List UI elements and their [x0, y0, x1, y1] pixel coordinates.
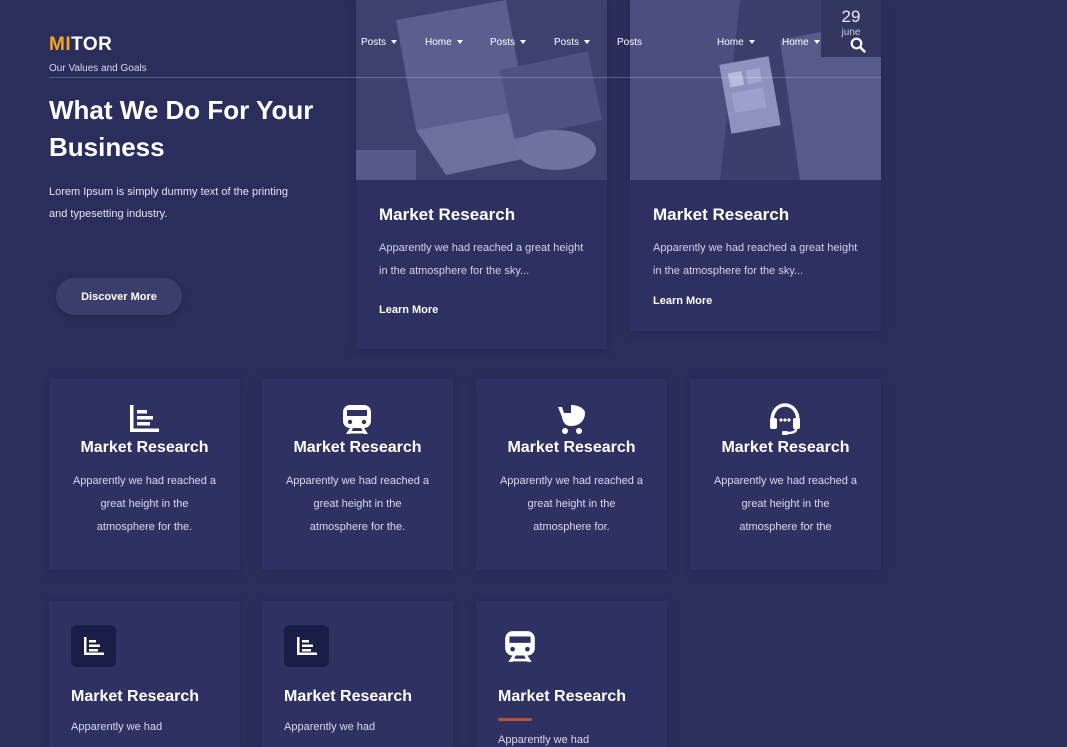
date-day: 29 [841, 7, 861, 26]
service-card: Market Research Apparently we had [476, 601, 667, 747]
service-title: Market Research [721, 439, 850, 456]
service-title: Market Research [71, 688, 200, 705]
service-title: Market Research [80, 439, 209, 456]
search-icon[interactable] [850, 37, 866, 53]
nav-item-label: Posts [617, 37, 643, 48]
service-card: Market Research Apparently we had reache… [49, 379, 240, 570]
stroller-icon [558, 405, 585, 434]
service-icon-box [284, 625, 329, 667]
chevron-down-icon [456, 40, 463, 45]
blog-card-text: Apparently we had reached a great height… [379, 242, 584, 277]
logo-suffix: TOR [71, 34, 113, 55]
train-icon [343, 405, 371, 434]
chevron-down-icon [813, 40, 820, 45]
bar-chart-icon [297, 637, 317, 655]
service-card: Market Research Apparently we had reache… [476, 379, 667, 570]
service-card: Market Research Apparently we had [49, 601, 240, 747]
section-title: What We Do For Your Business [49, 95, 314, 162]
nav-item-posts[interactable]: Posts [361, 37, 398, 48]
service-text: Apparently we had reached a great height… [72, 475, 217, 533]
service-title: Market Research [284, 688, 413, 705]
site-logo[interactable]: MITOR [49, 34, 112, 56]
service-text: Apparently we had reached a great height… [499, 475, 644, 533]
nav-item-label: Posts [554, 37, 580, 48]
discover-more-button[interactable]: Discover More [56, 278, 182, 315]
blog-card: Market Research Apparently we had reache… [356, 0, 607, 349]
blog-card-text: Apparently we had reached a great height… [653, 242, 858, 277]
service-text: Apparently we had [71, 721, 163, 733]
chevron-down-icon [391, 40, 398, 45]
laptop-photo-illustration [356, 0, 607, 180]
section-description: Lorem Ipsum is simply dummy text of the … [49, 186, 289, 220]
nav-item-posts[interactable]: Posts [554, 37, 591, 48]
nav-item-label: Home [782, 37, 809, 48]
nav-item-posts[interactable]: Posts [617, 37, 642, 48]
service-card: Market Research Apparently we had reache… [690, 379, 881, 570]
bar-chart-icon [84, 637, 104, 655]
blog-card-title: Market Research [653, 205, 790, 224]
bar-chart-icon [130, 405, 159, 432]
nav-item-label: Home [717, 37, 744, 48]
title-underline-accent [498, 718, 532, 721]
nav-item-posts[interactable]: Posts [490, 37, 527, 48]
blog-card-title: Market Research [379, 205, 516, 224]
service-title: Market Research [293, 439, 422, 456]
headset-icon [770, 403, 800, 435]
blog-card-image [356, 0, 607, 180]
service-title: Market Research [507, 439, 636, 456]
logo-prefix: MI [49, 34, 72, 55]
service-icon-box [71, 625, 116, 667]
service-text: Apparently we had reached a great height… [285, 475, 430, 533]
train-icon [505, 631, 535, 662]
nav-item-label: Posts [361, 37, 387, 48]
page: MITOR Our Values and Goals Market Resear… [0, 0, 1067, 747]
chevron-down-icon [584, 40, 591, 45]
nav-item-label: Posts [490, 37, 516, 48]
service-text: Apparently we had reached a great height… [713, 475, 858, 533]
nav-item-home[interactable]: Home [717, 37, 755, 48]
chevron-down-icon [748, 40, 755, 45]
chevron-down-icon [520, 40, 527, 45]
service-card: Market Research Apparently we had reache… [262, 379, 453, 570]
service-text: Apparently we had [284, 721, 376, 733]
site-tagline: Our Values and Goals [49, 63, 147, 74]
service-text: Apparently we had [498, 734, 590, 746]
learn-more-link[interactable]: Learn More [379, 304, 438, 316]
nav-item-label: Home [425, 37, 452, 48]
learn-more-link[interactable]: Learn More [653, 295, 712, 307]
nav-item-home[interactable]: Home [782, 37, 820, 48]
service-title: Market Research [498, 688, 627, 705]
header-divider [49, 77, 881, 78]
nav-item-home[interactable]: Home [425, 37, 463, 48]
service-card: Market Research Apparently we had [262, 601, 453, 747]
